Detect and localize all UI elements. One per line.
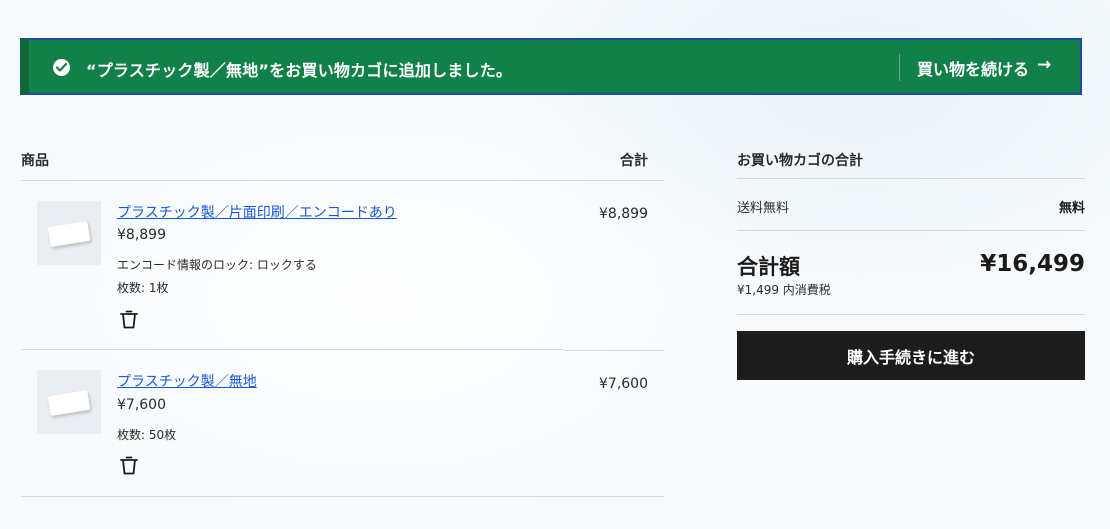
card-image: [47, 389, 91, 417]
shipping-label: 送料無料: [737, 201, 790, 216]
summary-divider: [737, 178, 1085, 179]
shipping-value: 無料: [1058, 201, 1085, 216]
line-total: ¥7,600: [599, 376, 648, 392]
product-thumbnail[interactable]: [37, 201, 101, 265]
column-header-product: 商品: [21, 153, 49, 169]
summary-divider: [737, 314, 1085, 315]
check-circle-icon: [53, 59, 70, 76]
notice-message: “プラスチック製／無地”をお買い物カゴに追加しました。: [86, 61, 513, 80]
product-name-link[interactable]: プラスチック製／片面印刷／エンコードあり: [117, 202, 397, 222]
row-divider: [564, 350, 664, 351]
product-option-quantity: 枚数: 1枚: [117, 281, 169, 295]
grand-total-value: ¥16,499: [980, 251, 1085, 277]
column-header-total: 合計: [620, 153, 648, 169]
product-option-encode-lock: エンコード情報のロック: ロックする: [117, 258, 317, 272]
product-unit-price: ¥7,600: [117, 397, 166, 413]
header-divider: [21, 180, 664, 181]
summary-divider: [737, 230, 1085, 231]
trash-icon[interactable]: [119, 456, 139, 476]
cart-summary-title: お買い物カゴの合計: [737, 153, 863, 169]
notice-divider: [899, 54, 900, 81]
product-name-link[interactable]: プラスチック製／無地: [117, 371, 257, 391]
row-divider: [21, 496, 664, 497]
row-divider: [21, 349, 564, 350]
card-image: [47, 220, 91, 248]
continue-shopping-link[interactable]: 買い物を続ける: [917, 56, 1029, 80]
tax-included-note: ¥1,499 内消費税: [737, 283, 831, 297]
product-thumbnail[interactable]: [37, 370, 101, 434]
added-to-cart-notice: “プラスチック製／無地”をお買い物カゴに追加しました。 買い物を続ける →: [20, 38, 1082, 95]
arrow-right-icon[interactable]: →: [1037, 55, 1051, 75]
trash-icon[interactable]: [119, 310, 139, 330]
grand-total-label: 合計額: [737, 255, 800, 279]
proceed-to-checkout-button[interactable]: 購入手続きに進む: [737, 331, 1085, 380]
product-option-quantity: 枚数: 50枚: [117, 428, 177, 442]
product-unit-price: ¥8,899: [117, 227, 166, 243]
line-total: ¥8,899: [599, 206, 648, 222]
